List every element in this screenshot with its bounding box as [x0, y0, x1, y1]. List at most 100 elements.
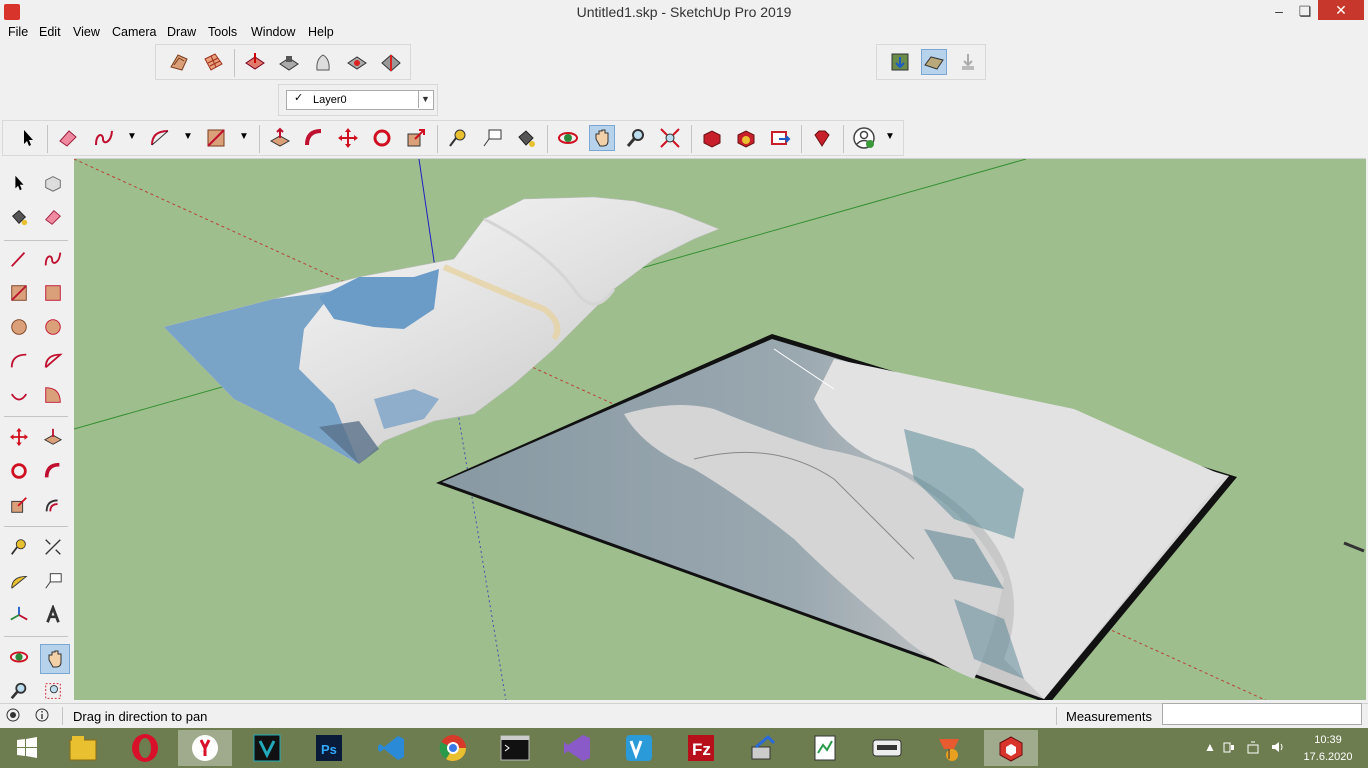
circle-icon[interactable] [6, 314, 32, 340]
chevron-down-icon[interactable]: ▼ [885, 131, 895, 142]
scale-icon[interactable] [6, 492, 32, 518]
paint-bucket-icon[interactable] [6, 204, 32, 230]
eraser-icon[interactable] [40, 204, 66, 230]
extension-manager-icon[interactable] [809, 125, 835, 151]
tape-measure-icon[interactable] [6, 534, 32, 560]
orbit-icon[interactable] [555, 125, 581, 151]
opera-icon[interactable] [118, 730, 172, 766]
menu-draw[interactable]: Draw [167, 25, 196, 39]
vectorworks-icon[interactable] [240, 730, 294, 766]
minimize-button[interactable]: – [1266, 0, 1292, 22]
protractor-icon[interactable] [6, 568, 32, 594]
photo-textures-icon[interactable] [955, 49, 981, 75]
rectangle-icon[interactable] [6, 280, 32, 306]
three-point-arc-icon[interactable] [6, 382, 32, 408]
pie-icon[interactable] [40, 382, 66, 408]
chrome-icon[interactable] [426, 730, 480, 766]
chevron-down-icon[interactable]: ▼ [418, 91, 432, 108]
drape-icon[interactable] [310, 49, 336, 75]
menu-view[interactable]: View [73, 25, 100, 39]
send-to-layout-icon[interactable] [767, 125, 793, 151]
move-icon[interactable] [6, 424, 32, 450]
push-pull-icon[interactable] [40, 424, 66, 450]
file-explorer-icon[interactable] [56, 730, 110, 766]
tape-measure-icon[interactable] [445, 125, 471, 151]
clock-date[interactable]: 17.6.2020 [1300, 751, 1356, 763]
chevron-down-icon[interactable]: ▼ [183, 131, 193, 142]
from-contours-icon[interactable] [166, 49, 192, 75]
clock-time[interactable]: 10:39 [1308, 734, 1348, 746]
arc-icon[interactable] [6, 348, 32, 374]
tray-expand-icon[interactable]: ▲ [1204, 740, 1216, 754]
3d-text-icon[interactable] [40, 602, 66, 628]
menu-camera[interactable]: Camera [112, 25, 156, 39]
rotate-icon[interactable] [6, 458, 32, 484]
pan-icon[interactable] [40, 644, 70, 674]
viewport[interactable] [74, 158, 1366, 700]
zoom-icon[interactable] [623, 125, 649, 151]
windows-start-icon[interactable] [0, 730, 54, 766]
eraser-icon[interactable] [55, 125, 81, 151]
volume-icon[interactable] [1270, 740, 1286, 757]
freehand-icon[interactable] [40, 246, 66, 272]
extension-warehouse-icon[interactable] [733, 125, 759, 151]
smoove-icon[interactable] [242, 49, 268, 75]
rectangle-icon[interactable] [203, 125, 229, 151]
zoom-window-icon[interactable] [40, 678, 66, 704]
chevron-down-icon[interactable]: ▼ [127, 131, 137, 142]
push-pull-icon[interactable] [267, 125, 293, 151]
text-icon[interactable] [479, 125, 505, 151]
command-prompt-icon[interactable] [488, 730, 542, 766]
menu-file[interactable]: File [8, 25, 28, 39]
offset-icon[interactable] [40, 492, 66, 518]
scale-icon[interactable] [403, 125, 429, 151]
notepad-icon[interactable] [798, 730, 852, 766]
from-scratch-icon[interactable] [200, 49, 226, 75]
sketchup-icon[interactable] [984, 730, 1038, 766]
flip-edge-icon[interactable] [378, 49, 404, 75]
toggle-terrain-icon[interactable] [921, 49, 947, 75]
chevron-down-icon[interactable]: ▼ [239, 131, 249, 142]
add-location-icon[interactable] [887, 49, 913, 75]
zoom-extents-icon[interactable] [657, 125, 683, 151]
move-icon[interactable] [335, 125, 361, 151]
layer-dropdown[interactable]: Layer0 [286, 90, 434, 110]
measurements-input[interactable] [1162, 703, 1362, 725]
freehand-icon[interactable] [91, 125, 117, 151]
account-icon[interactable] [851, 125, 877, 151]
vectr-icon[interactable] [612, 730, 666, 766]
menu-edit[interactable]: Edit [39, 25, 61, 39]
make-component-icon[interactable] [40, 170, 66, 196]
arc-icon[interactable] [147, 125, 173, 151]
close-button[interactable]: ✕ [1318, 0, 1364, 20]
yandex-icon[interactable] [178, 730, 232, 766]
rotate-icon[interactable] [369, 125, 395, 151]
paint-bucket-icon[interactable] [513, 125, 539, 151]
orbit-icon[interactable] [6, 644, 32, 670]
dimension-icon[interactable] [40, 534, 66, 560]
zoom-icon[interactable] [6, 678, 32, 704]
add-detail-icon[interactable] [344, 49, 370, 75]
menu-help[interactable]: Help [308, 25, 334, 39]
filezilla-icon[interactable]: Fz [674, 730, 728, 766]
3d-warehouse-icon[interactable] [699, 125, 725, 151]
photoshop-icon[interactable]: Ps [302, 730, 356, 766]
info-icon[interactable] [35, 708, 49, 725]
axes-icon[interactable] [6, 602, 32, 628]
vscode-icon[interactable] [364, 730, 418, 766]
maximize-button[interactable]: ❏ [1292, 0, 1318, 22]
network-icon[interactable] [1246, 740, 1260, 757]
follow-me-icon[interactable] [301, 125, 327, 151]
geolocation-icon[interactable] [6, 708, 20, 725]
battery-icon[interactable] [1222, 740, 1236, 757]
rotated-rectangle-icon[interactable] [40, 280, 66, 306]
select-icon[interactable] [6, 170, 32, 196]
network-tool-icon[interactable] [736, 730, 790, 766]
follow-me-icon[interactable] [40, 458, 66, 484]
visual-studio-icon[interactable] [550, 730, 604, 766]
line-icon[interactable] [6, 246, 32, 272]
menu-tools[interactable]: Tools [208, 25, 237, 39]
fruit-app-icon[interactable] [922, 730, 976, 766]
text-icon[interactable] [40, 568, 66, 594]
printer-app-icon[interactable] [860, 730, 914, 766]
